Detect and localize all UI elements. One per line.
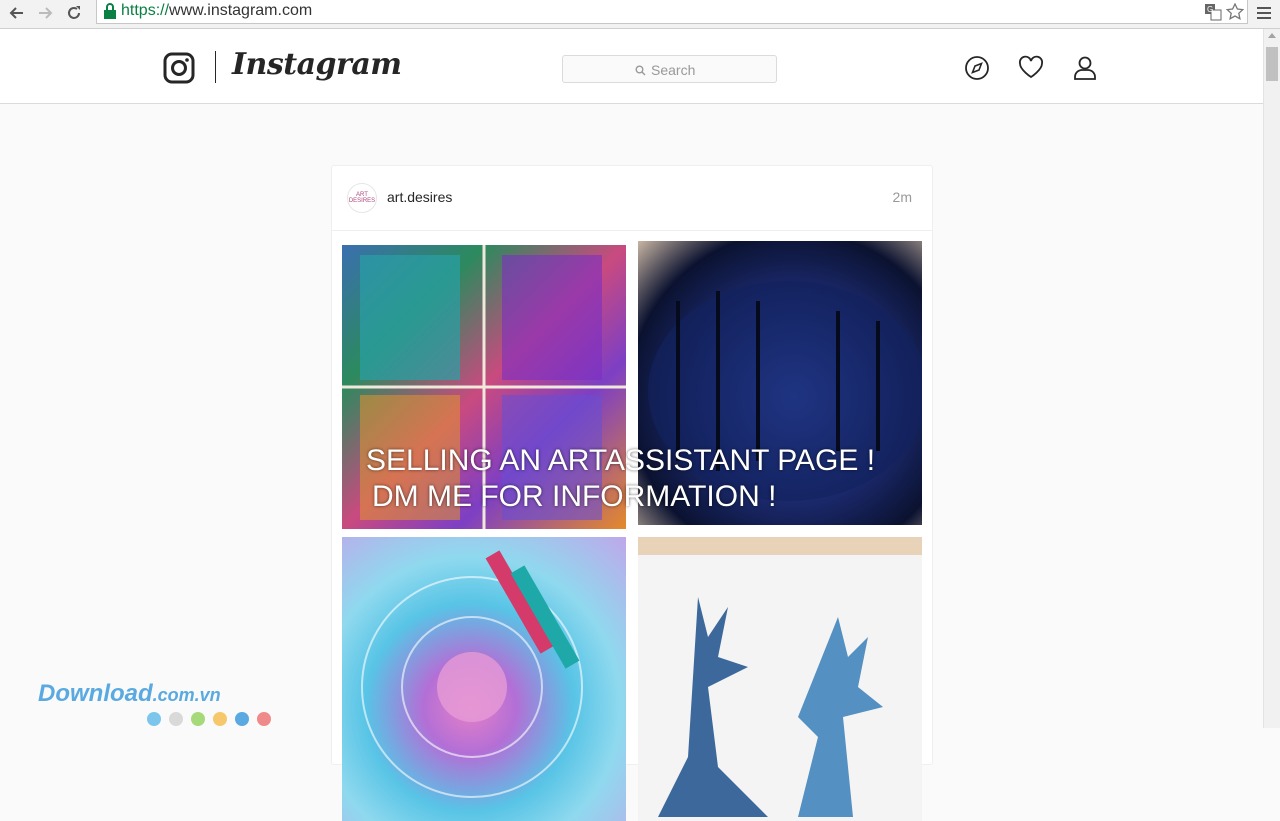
forward-button[interactable] xyxy=(34,2,56,24)
instagram-camera-icon[interactable] xyxy=(163,52,195,84)
tile-4-art xyxy=(638,537,922,817)
watermark-dot xyxy=(147,712,161,726)
explore-compass-icon[interactable] xyxy=(964,55,990,81)
post-timestamp[interactable]: 2m xyxy=(893,189,912,205)
logo-divider xyxy=(215,51,216,83)
lock-icon xyxy=(104,3,116,19)
browser-toolbar: https://www.instagram.com G xyxy=(0,0,1280,29)
watermark-dot xyxy=(213,712,227,726)
watermark-suffix: .com.vn xyxy=(152,685,221,705)
watermark-dots xyxy=(147,712,271,726)
watermark-brand: Download xyxy=(38,680,153,707)
search-input[interactable]: Search xyxy=(562,55,777,83)
post-image-tile-4 xyxy=(638,537,922,821)
page-scrollbar[interactable] xyxy=(1263,29,1280,728)
reload-button[interactable] xyxy=(63,2,85,24)
bookmark-star-button[interactable] xyxy=(1225,2,1245,22)
instagram-wordmark[interactable]: Instagram xyxy=(232,47,402,82)
download-watermark: Download.com.vn xyxy=(38,680,221,708)
search-placeholder: Search xyxy=(651,62,696,78)
scroll-thumb[interactable] xyxy=(1266,47,1278,81)
svg-text:G: G xyxy=(1207,5,1213,14)
watermark-dot xyxy=(257,712,271,726)
feed-post: ART DESIRES art.desires 2m SELLING AN AR… xyxy=(331,165,933,821)
tile-3-art xyxy=(361,550,583,798)
watermark-dot xyxy=(169,712,183,726)
url-text[interactable]: https://www.instagram.com xyxy=(121,2,312,20)
post-header: ART DESIRES art.desires 2m xyxy=(332,166,932,231)
forward-arrow-icon xyxy=(39,7,53,19)
search-icon xyxy=(635,65,646,75)
url-scheme: https:// xyxy=(121,2,170,19)
url-host: www.instagram.com xyxy=(169,2,313,19)
activity-heart-icon[interactable] xyxy=(1018,55,1044,81)
address-bar[interactable]: https://www.instagram.com G xyxy=(96,0,1248,24)
star-icon xyxy=(1226,3,1244,20)
profile-user-icon[interactable] xyxy=(1072,55,1098,81)
back-arrow-icon xyxy=(9,7,23,19)
back-button[interactable] xyxy=(6,2,28,24)
translate-button[interactable]: G xyxy=(1203,2,1223,22)
watermark-dot xyxy=(191,712,205,726)
avatar[interactable]: ART DESIRES xyxy=(347,183,377,213)
browser-menu-icon[interactable] xyxy=(1254,3,1274,23)
instagram-header: Instagram Search xyxy=(0,29,1263,104)
scroll-up-arrow-icon[interactable] xyxy=(1268,33,1276,38)
avatar-text: ART DESIRES xyxy=(348,192,376,204)
overlay-caption-line-1: SELLING AN ARTASSISTANT PAGE ! xyxy=(366,444,876,477)
watermark-dot xyxy=(235,712,249,726)
post-image-tile-3 xyxy=(342,537,626,821)
reload-icon xyxy=(68,6,80,19)
post-username[interactable]: art.desires xyxy=(387,189,452,205)
translate-icon: G xyxy=(1205,4,1222,21)
overlay-caption-line-2: DM ME FOR INFORMATION ! xyxy=(372,480,777,513)
